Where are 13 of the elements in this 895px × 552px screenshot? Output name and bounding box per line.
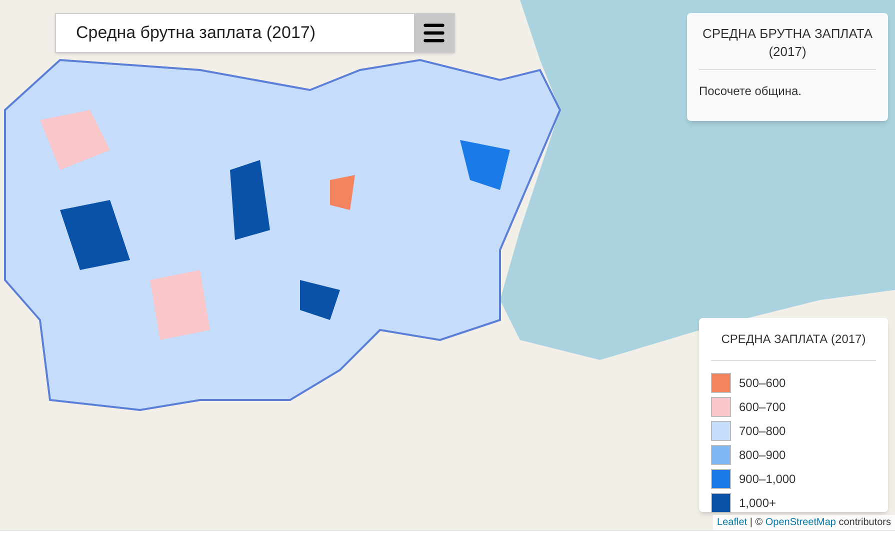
- openstreetmap-link[interactable]: OpenStreetMap: [765, 517, 836, 528]
- attribution-text: Leaflet | © OpenStreetMap contributors: [713, 515, 895, 530]
- legend-label: 1,000+: [739, 495, 776, 512]
- menu-button[interactable]: [414, 14, 454, 52]
- info-title: СРЕДНА БРУТНА ЗАПЛАТА (2017): [699, 25, 876, 70]
- info-message: Посочете община.: [699, 83, 802, 100]
- legend-title: СРЕДНА ЗАПЛАТА (2017): [711, 330, 876, 361]
- leaflet-link[interactable]: Leaflet: [717, 517, 748, 528]
- legend-label: 600–700: [739, 399, 786, 416]
- legend-label: 500–600: [739, 375, 786, 392]
- legend-label: 800–900: [739, 447, 786, 464]
- legend-label: 900–1,000: [739, 471, 796, 488]
- legend-label: 700–800: [739, 423, 786, 440]
